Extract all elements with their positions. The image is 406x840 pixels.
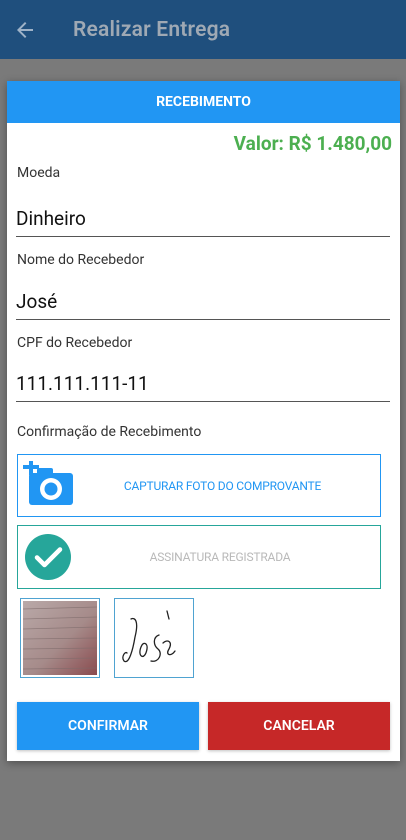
signature-thumbnail[interactable] [114,598,194,678]
check-circle-icon [25,534,71,580]
valor-amount: Valor: R$ 1.480,00 [233,132,392,155]
receipt-photo-image [22,601,98,675]
back-arrow-icon[interactable] [13,18,37,42]
signature-button[interactable]: ASSINATURA REGISTRADA [17,525,381,589]
signature-image [122,610,176,663]
cpf-recebedor-input[interactable]: 111.111.111-11 [16,372,390,402]
capture-photo-label: CAPTURAR FOTO DO COMPROVANTE [123,478,322,493]
nome-recebedor-input[interactable]: José [16,290,390,320]
signature-label: ASSINATURA REGISTRADA [149,550,291,564]
receipt-dialog: RECEBIMENTO Valor: R$ 1.480,00 Moeda Din… [7,81,400,761]
app-bar: Realizar Entrega [0,0,406,59]
moeda-label: Moeda [17,165,61,181]
add-camera-icon [23,460,73,505]
confirmacao-label: Confirmação de Recebimento [17,424,202,440]
dialog-header: RECEBIMENTO [7,81,400,123]
page-title: Realizar Entrega [73,17,231,42]
cpf-recebedor-label: CPF do Recebedor [17,335,133,351]
nome-recebedor-label: Nome do Recebedor [17,252,145,268]
cancel-button[interactable]: CANCELAR [208,702,390,750]
confirm-button[interactable]: CONFIRMAR [17,702,199,750]
moeda-field[interactable]: Dinheiro [16,207,390,237]
capture-photo-button[interactable]: CAPTURAR FOTO DO COMPROVANTE [17,454,381,517]
receipt-photo-thumbnail[interactable] [20,598,100,678]
